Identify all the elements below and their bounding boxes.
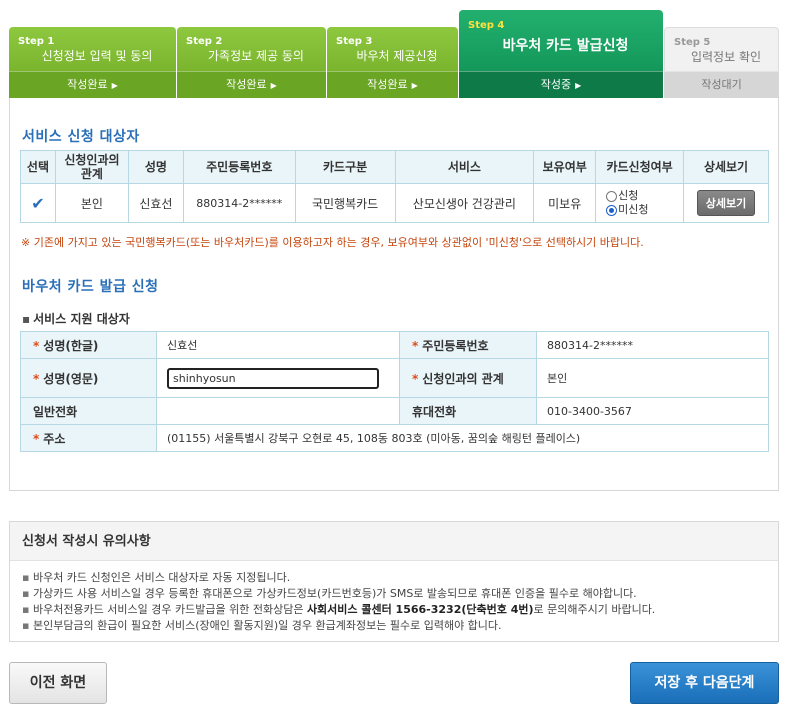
form-row: 일반전화 휴대전화 010-3400-3567	[20, 397, 769, 425]
triangle-right-icon: ▶	[575, 81, 582, 90]
col-header: 성명	[127, 150, 184, 184]
step-name: 신청정보 입력 및 동의	[41, 49, 153, 63]
value-address: (01155) 서울특별시 강북구 오현로 45, 108동 803호 (미아동…	[156, 424, 769, 452]
section-title-target: 서비스 신청 대상자	[22, 129, 140, 145]
required-icon: *	[412, 371, 419, 386]
name-en-input[interactable]	[167, 367, 379, 389]
required-icon: *	[33, 338, 40, 353]
subsection-title: 서비스 지원 대상자	[22, 310, 130, 327]
step-4: Step 4 바우처 카드 발급신청 작성중 ▶	[459, 10, 663, 98]
table-header-row: 선택 신청인과의 관계 성명 주민등록번호 카드구분 서비스 보유여부 카드신청…	[20, 150, 769, 184]
card-type-cell: 국민행복카드	[294, 183, 396, 223]
triangle-right-icon: ▶	[111, 81, 118, 90]
value-name-kr: 신효선	[156, 331, 400, 359]
step-3: Step 3 바우처 제공신청 작성완료 ▶	[327, 27, 458, 98]
label-rrn: * 주민등록번호	[399, 331, 537, 359]
step-status: 작성대기	[701, 78, 742, 91]
step-number: Step 3	[336, 36, 373, 47]
callcenter-text: 사회서비스 콜센터 1566-3232(단축번호 4번)	[306, 603, 534, 616]
table-row: ✔ 본인 신효선 880314-2****** 국민행복카드 산모신생아 건강관…	[20, 183, 769, 223]
col-header: 상세보기	[683, 150, 769, 184]
col-header: 보유여부	[533, 150, 597, 184]
value-relation: 본인	[536, 358, 769, 398]
form-row: * 주소 (01155) 서울특별시 강북구 오현로 45, 108동 803호 …	[20, 424, 769, 452]
step-2: Step 2 가족정보 제공 동의 작성완료 ▶	[177, 27, 326, 98]
col-header: 서비스	[394, 150, 535, 184]
label-address: * 주소	[20, 424, 157, 452]
required-icon: *	[412, 338, 419, 353]
notes-list: 바우처 카드 신청인은 서비스 대상자로 자동 지정됩니다. 가상카드 사용 서…	[10, 561, 778, 634]
rrn-cell: 880314-2******	[182, 183, 296, 223]
step-name: 입력정보 확인	[690, 50, 762, 64]
step-number: Step 2	[186, 36, 223, 47]
issue-form-table: * 성명(한글) 신효선 * 주민등록번호 880314-2****** * 성명(영…	[20, 331, 769, 452]
step-status: 작성완료	[226, 78, 267, 91]
required-icon: *	[33, 371, 40, 386]
label-name-en: * 성명(영문)	[20, 358, 157, 398]
target-table: 선택 신청인과의 관계 성명 주민등록번호 카드구분 서비스 보유여부 카드신청…	[20, 150, 769, 223]
service-cell: 산모신생아 건강관리	[394, 183, 535, 223]
col-header: 카드구분	[294, 150, 396, 184]
radio-button-checked-icon[interactable]	[606, 204, 618, 216]
label-name-kr: * 성명(한글)	[20, 331, 157, 359]
list-item: 본인부담금의 환급이 필요한 서비스(장애인 활동지원)일 경우 환급계좌정보는…	[22, 618, 778, 634]
value-rrn: 880314-2******	[536, 331, 769, 359]
step-progress: Step 1 신청정보 입력 및 동의 작성완료 ▶ Step 2 가족정보 제공 동…	[9, 10, 779, 98]
radio-not-apply[interactable]: 미신청	[606, 203, 683, 217]
list-item: 가상카드 사용 서비스일 경우 등록한 휴대폰으로 가상카드정보(카드번호등)가…	[22, 586, 778, 602]
triangle-right-icon: ▶	[270, 81, 277, 90]
detail-button[interactable]: 상세보기	[696, 190, 756, 216]
value-mobile: 010-3400-3567	[536, 397, 769, 425]
step-5: Step 5 입력정보 확인 작성대기	[664, 27, 779, 98]
col-header: 주민등록번호	[182, 150, 296, 184]
required-icon: *	[33, 431, 40, 446]
label-phone: 일반전화	[20, 397, 157, 425]
label-mobile: 휴대전화	[399, 397, 537, 425]
col-header: 신청인과의 관계	[54, 150, 129, 184]
triangle-right-icon: ▶	[411, 81, 418, 90]
form-row: * 성명(한글) 신효선 * 주민등록번호 880314-2******	[20, 331, 769, 359]
step-status: 작성완료	[367, 78, 408, 91]
select-cell[interactable]: ✔	[20, 183, 56, 223]
label-relation: * 신청인과의 관계	[399, 358, 537, 398]
detail-cell: 상세보기	[683, 183, 769, 223]
save-next-button[interactable]: 저장 후 다음단계	[630, 662, 779, 704]
owned-cell: 미보유	[533, 183, 597, 223]
list-item: 바우처전용카드 서비스일 경우 카드발급을 위한 전화상담은 사회서비스 콜센터…	[22, 602, 778, 618]
step-number: Step 4	[468, 20, 505, 31]
checkmark-icon[interactable]: ✔	[31, 194, 44, 213]
step-name: 바우처 제공신청	[356, 49, 438, 63]
name-cell: 신효선	[127, 183, 184, 223]
form-row: *성명(영문) *신청인과의 관계 본인	[20, 358, 769, 398]
step-name: 가족정보 제공 동의	[208, 49, 304, 63]
name-en-cell	[156, 358, 400, 398]
relation-cell: 본인	[54, 183, 129, 223]
step-status: 작성완료	[67, 78, 108, 91]
notice-text: ※ 기존에 가지고 있는 국민행복카드(또는 바우처카드)를 이용하고자 하는 …	[21, 236, 644, 249]
radio-button-icon[interactable]	[606, 190, 618, 202]
notes-title: 신청서 작성시 유의사항	[10, 522, 778, 561]
value-phone	[156, 397, 400, 425]
prev-button[interactable]: 이전 화면	[9, 662, 107, 704]
step-number: Step 1	[18, 36, 55, 47]
step-name: 바우처 카드 발급신청	[502, 38, 629, 54]
notes-box: 신청서 작성시 유의사항 바우처 카드 신청인은 서비스 대상자로 자동 지정됩…	[9, 521, 779, 642]
step-status: 작성중	[540, 78, 572, 91]
col-header: 카드신청여부	[595, 150, 685, 184]
application-panel: 서비스 신청 대상자 선택 신청인과의 관계 성명 주민등록번호 카드구분 서비…	[9, 98, 779, 491]
step-number: Step 5	[674, 37, 711, 48]
card-apply-cell: 신청 미신청	[595, 183, 685, 223]
radio-apply[interactable]: 신청	[606, 189, 683, 203]
col-header: 선택	[20, 150, 56, 184]
section-title-issue: 바우처 카드 발급 신청	[22, 279, 159, 295]
step-1: Step 1 신청정보 입력 및 동의 작성완료 ▶	[9, 27, 176, 98]
list-item: 바우처 카드 신청인은 서비스 대상자로 자동 지정됩니다.	[22, 570, 778, 586]
